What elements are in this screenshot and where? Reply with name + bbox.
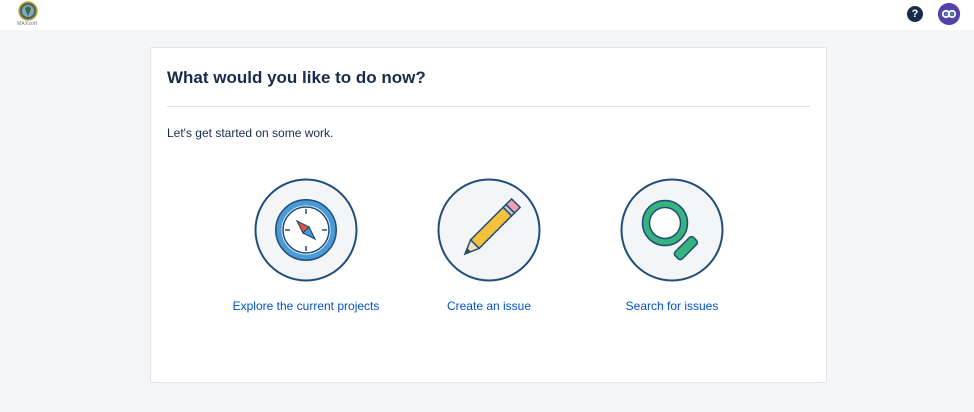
pencil-icon — [437, 178, 541, 282]
compass-icon — [254, 178, 358, 282]
logo-globe-icon — [18, 1, 38, 21]
intro-text: Let's get started on some work. — [167, 126, 334, 140]
magnifier-icon — [620, 178, 724, 282]
avatar-icon — [938, 3, 960, 25]
card-title: What would you like to do now? — [167, 68, 426, 87]
create-issue-option[interactable]: Create an issue — [389, 178, 589, 318]
help-icon[interactable]: ? — [907, 6, 923, 22]
getting-started-card: What would you like to do now? Let's get… — [150, 47, 827, 383]
top-navigation-bar: MAXsoft ? — [0, 0, 974, 30]
divider — [167, 106, 810, 107]
search-issues-link[interactable]: Search for issues — [572, 299, 772, 313]
explore-projects-link[interactable]: Explore the current projects — [206, 299, 406, 313]
logo-text: MAXsoft — [17, 21, 38, 27]
create-issue-link[interactable]: Create an issue — [389, 299, 589, 313]
search-issues-option[interactable]: Search for issues — [572, 178, 772, 318]
explore-projects-option[interactable]: Explore the current projects — [206, 178, 406, 318]
user-avatar[interactable] — [938, 3, 960, 25]
